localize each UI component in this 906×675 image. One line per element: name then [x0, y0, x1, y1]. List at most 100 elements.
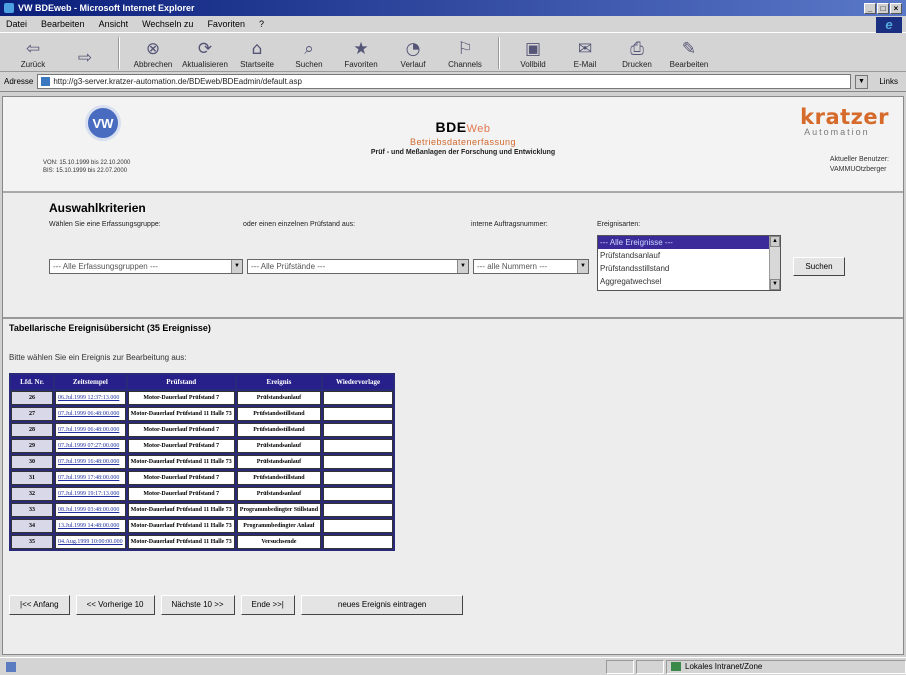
mail-button[interactable]: ✉ E-Mail — [562, 38, 608, 69]
row-test-stand: Motor-Dauerlauf Prüfstand 7 — [127, 391, 235, 405]
row-timestamp-link[interactable]: 07.Jul.1999 07:27:00.000 — [55, 439, 126, 453]
first-page-button[interactable]: |<< Anfang — [9, 595, 70, 615]
row-timestamp-link[interactable]: 08.Jul.1999 03:48:00.000 — [55, 503, 126, 517]
pagination: |<< Anfang << Vorherige 10 Nächste 10 >>… — [9, 595, 464, 615]
app-title-web: Web — [466, 123, 491, 135]
stop-button[interactable]: ⊗ Abbrechen — [130, 38, 176, 69]
row-test-stand: Motor-Dauerlauf Prüfstand 11 Halle 73 — [127, 535, 235, 549]
next-page-button[interactable]: Nächste 10 >> — [160, 595, 235, 615]
page-content: VW VON: 15.10.1999 bis 22.10.2000 BIS: 1… — [2, 96, 904, 655]
row-timestamp-link[interactable]: 07.Jul.1999 06:48:00.000 — [55, 423, 126, 437]
app-title: BDEWeb — [303, 119, 623, 135]
col-event-header: Ereignis — [236, 375, 322, 389]
new-event-button[interactable]: neues Ereignis eintragen — [300, 595, 464, 615]
chevron-down-icon[interactable]: ▼ — [457, 260, 468, 273]
row-number: 35 — [11, 535, 53, 549]
toolbar-separator — [498, 37, 500, 69]
refresh-button[interactable]: ⟳ Aktualisieren — [182, 38, 228, 69]
stand-select[interactable]: --- Alle Prüfstände --- ▼ — [247, 259, 469, 274]
scroll-down-icon[interactable]: ▼ — [770, 279, 780, 290]
search-button[interactable]: ⌕ Suchen — [286, 38, 332, 69]
menu-datei[interactable]: Datei — [6, 19, 27, 29]
vw-logo: VW — [85, 105, 121, 141]
menu-help[interactable]: ? — [259, 19, 264, 29]
toolbar-label: Vollbild — [520, 60, 546, 69]
address-dropdown-icon[interactable]: ▼ — [855, 74, 868, 89]
row-resubmission — [323, 391, 394, 405]
links-button[interactable]: Links — [872, 77, 902, 86]
channels-button[interactable]: ⚐ Channels — [442, 38, 488, 69]
row-event: Versuchsende — [236, 535, 322, 549]
search-button[interactable]: Suchen — [793, 257, 845, 276]
row-number: 33 — [11, 503, 53, 517]
group-select[interactable]: --- Alle Erfassungsgruppen --- ▼ — [49, 259, 243, 274]
row-event: Prüfstandsanlauf — [236, 455, 322, 469]
table-row[interactable]: 26 06.Jul.1999 12:37:13.000 Motor-Dauerlau… — [11, 391, 394, 405]
row-event: Prüfstandsstillstand — [236, 423, 322, 437]
security-zone: Lokales Intranet/Zone — [666, 659, 906, 674]
forward-button[interactable]: ⇨ — [62, 47, 108, 69]
stand-select-value: --- Alle Prüfstände --- — [251, 262, 326, 271]
chevron-down-icon[interactable]: ▼ — [231, 260, 242, 273]
history-button[interactable]: ◔ Verlauf — [390, 38, 436, 69]
row-timestamp-link[interactable]: 07.Jul.1999 17:48:00.000 — [55, 471, 126, 485]
edit-icon: ✎ — [681, 39, 697, 59]
toolbar-label: Bearbeiten — [669, 60, 709, 69]
status-cell — [606, 659, 634, 674]
row-timestamp-link[interactable]: 04.Aug.1999 10:00:00.000 — [55, 535, 126, 549]
event-option-stop[interactable]: Prüfstandsstillstand — [598, 262, 780, 275]
row-timestamp-link[interactable]: 06.Jul.1999 12:37:13.000 — [55, 391, 126, 405]
menu-favoriten[interactable]: Favoriten — [207, 19, 245, 29]
table-row[interactable]: 27 07.Jul.1999 06:48:00.000 Motor-Dauerlau… — [11, 407, 394, 421]
table-row[interactable]: 34 13.Jul.1999 14:48:00.000 Motor-Dauerlau… — [11, 519, 394, 533]
minimize-button[interactable]: _ — [864, 2, 876, 14]
chevron-down-icon[interactable]: ▼ — [577, 260, 588, 273]
row-event: Programmbedingter Anlauf — [236, 519, 322, 533]
current-user-value: VAMMUOtzberger — [829, 166, 887, 173]
row-timestamp-link[interactable]: 13.Jul.1999 14:48:00.000 — [55, 519, 126, 533]
row-timestamp-link[interactable]: 07.Jul.1999 19:17:13.000 — [55, 487, 126, 501]
fullscreen-button[interactable]: ▣ Vollbild — [510, 38, 556, 69]
menu-bearbeiten[interactable]: Bearbeiten — [41, 19, 85, 29]
favorites-button[interactable]: ★ Favoriten — [338, 38, 384, 69]
row-test-stand: Motor-Dauerlauf Prüfstand 11 Halle 73 — [127, 407, 235, 421]
menu-ansicht[interactable]: Ansicht — [99, 19, 129, 29]
table-row[interactable]: 29 07.Jul.1999 07:27:00.000 Motor-Dauerlau… — [11, 439, 394, 453]
table-row[interactable]: 33 08.Jul.1999 03:48:00.000 Motor-Dauerlau… — [11, 503, 394, 517]
page-icon — [41, 77, 51, 86]
table-row[interactable]: 30 07.Jul.1999 16:48:00.000 Motor-Dauerlau… — [11, 455, 394, 469]
table-row[interactable]: 35 04.Aug.1999 10:00:00.000 Motor-Dauerlau… — [11, 535, 394, 549]
event-type-listbox[interactable]: --- Alle Ereignisse --- Prüfstandsanlauf… — [597, 235, 781, 291]
toolbar-label: Drucken — [622, 60, 652, 69]
event-option-start[interactable]: Prüfstandsanlauf — [598, 249, 780, 262]
table-row[interactable]: 32 07.Jul.1999 19:17:13.000 Motor-Dauerlau… — [11, 487, 394, 501]
last-page-button[interactable]: Ende >>| — [240, 595, 295, 615]
prev-page-button[interactable]: << Vorherige 10 — [75, 595, 155, 615]
order-select[interactable]: --- alle Nummern --- ▼ — [473, 259, 589, 274]
row-timestamp-link[interactable]: 07.Jul.1999 06:48:00.000 — [55, 407, 126, 421]
address-input[interactable]: http://g3-server.kratzer-automation.de/B… — [37, 74, 851, 89]
zone-label: Lokales Intranet/Zone — [685, 662, 763, 671]
window-controls: _ □ × — [864, 2, 902, 14]
listbox-scrollbar[interactable]: ▲ ▼ — [769, 236, 780, 290]
row-number: 26 — [11, 391, 53, 405]
close-button[interactable]: × — [890, 2, 902, 14]
table-row[interactable]: 31 07.Jul.1999 17:48:00.000 Motor-Dauerlau… — [11, 471, 394, 485]
row-resubmission — [323, 535, 394, 549]
print-button[interactable]: ⎙ Drucken — [614, 38, 660, 69]
maximize-button[interactable]: □ — [877, 2, 889, 14]
menu-wechseln-zu[interactable]: Wechseln zu — [142, 19, 193, 29]
back-button[interactable]: ⇦ Zurück — [10, 38, 56, 69]
row-test-stand: Motor-Dauerlauf Prüfstand 7 — [127, 423, 235, 437]
home-button[interactable]: ⌂ Startseite — [234, 38, 280, 69]
edit-button[interactable]: ✎ Bearbeiten — [666, 38, 712, 69]
scroll-up-icon[interactable]: ▲ — [770, 236, 780, 247]
kratzer-logo: kratzer Automation — [800, 107, 889, 138]
page-status-icon — [6, 661, 16, 672]
row-timestamp-link[interactable]: 07.Jul.1999 16:48:00.000 — [55, 455, 126, 469]
table-row[interactable]: 28 07.Jul.1999 06:48:00.000 Motor-Dauerlau… — [11, 423, 394, 437]
event-option-aggregate[interactable]: Aggregatwechsel — [598, 275, 780, 288]
table-header-row: Lfd. Nr. Zeitstempel Prüfstand Ereignis … — [11, 375, 394, 389]
event-option-all[interactable]: --- Alle Ereignisse --- — [598, 236, 780, 249]
status-cell — [636, 659, 664, 674]
